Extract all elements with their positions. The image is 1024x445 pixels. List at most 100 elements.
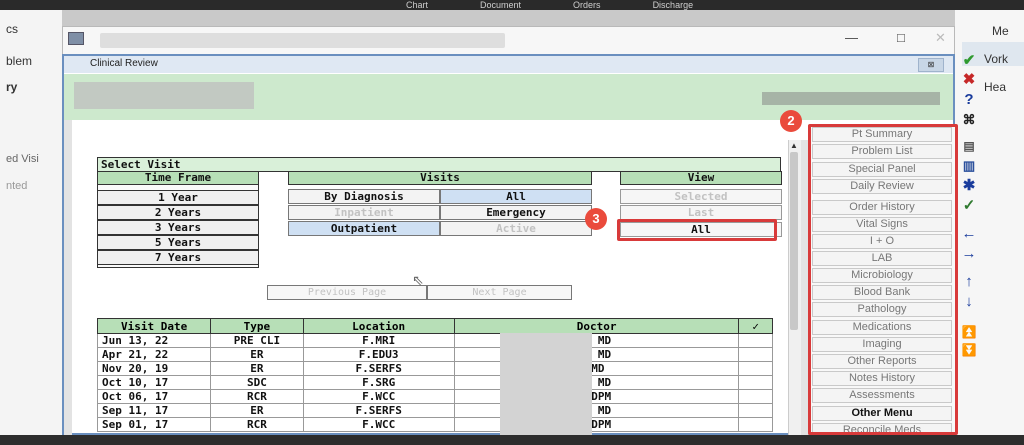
visits-header: Visits — [288, 171, 592, 185]
table-row[interactable]: Oct 10, 17SDCF.SRGen D MD — [96, 375, 773, 390]
mouse-cursor-icon: ⇖ — [412, 272, 424, 288]
table-row[interactable]: Jun 13, 22PRE CLIF.MRIth M MD — [96, 333, 773, 348]
table-row[interactable]: Apr 21, 22ERF.EDU3rc M MD — [96, 347, 773, 362]
left-item: nted — [6, 180, 28, 192]
cell-type: RCR — [210, 417, 304, 432]
chart-icon[interactable]: ▥ — [960, 158, 978, 174]
left-gutter — [64, 120, 72, 435]
cell-date: Oct 10, 17 — [96, 375, 212, 390]
window-title: Clinical Review — [90, 58, 158, 69]
cell-location: F.SERFS — [302, 403, 455, 418]
view-last[interactable]: Last — [620, 205, 782, 220]
redacted-patient-name — [74, 82, 254, 109]
visits-inpatient[interactable]: Inpatient — [288, 205, 440, 220]
previous-page-button[interactable]: Previous Page — [267, 285, 427, 300]
cell-doctor: en D MD — [453, 375, 740, 390]
right-item[interactable]: Me — [992, 24, 1009, 38]
dates-icon[interactable]: ▤ — [960, 138, 978, 154]
time-frame-2-years[interactable]: 2 Years — [97, 205, 259, 220]
menu-highlight — [808, 124, 958, 435]
cell-check[interactable] — [738, 389, 773, 404]
time-frame-1-year[interactable]: 1 Year — [97, 190, 259, 205]
arrow-right-icon[interactable]: → — [960, 246, 978, 262]
scroll-thumb[interactable] — [790, 152, 798, 330]
arrow-down-icon[interactable]: ↓ — [960, 294, 978, 310]
inner-close-button[interactable]: ⊠ — [918, 58, 944, 72]
tab-chart[interactable]: Chart — [380, 0, 454, 10]
double-down-icon[interactable]: ⏬ — [960, 342, 978, 358]
star-icon[interactable]: ✱ — [960, 178, 978, 194]
maximize-button[interactable]: □ — [897, 30, 905, 45]
cell-type: ER — [210, 403, 304, 418]
visits-outpatient[interactable]: Outpatient — [288, 221, 440, 236]
cell-type: SDC — [210, 375, 304, 390]
cell-doctor: n R MD — [453, 361, 740, 376]
binoculars-icon[interactable]: ⌘ — [960, 112, 978, 128]
cell-check[interactable] — [738, 417, 773, 432]
visits-emergency[interactable]: Emergency — [440, 205, 592, 220]
next-page-button[interactable]: Next Page — [427, 285, 572, 300]
check-icon[interactable]: ✔ — [960, 53, 978, 69]
help-icon[interactable]: ? — [960, 92, 978, 108]
scroll-up-icon[interactable]: ▲ — [789, 141, 799, 151]
cell-date: Oct 06, 17 — [96, 389, 212, 404]
table-row[interactable]: Oct 06, 17RCRF.WCCt B DPM — [96, 389, 773, 404]
right-item[interactable]: Hea — [984, 80, 1006, 94]
cell-doctor: th M MD — [453, 333, 740, 348]
time-frame-3-years[interactable]: 3 Years — [97, 220, 259, 235]
visits-active[interactable]: Active — [440, 221, 592, 236]
visits-by-diagnosis[interactable]: By Diagnosis — [288, 189, 440, 204]
cell-type: PRE CLI — [210, 333, 304, 348]
tab-orders[interactable]: Orders — [547, 0, 627, 10]
clinical-review-titlebar — [64, 56, 953, 73]
tab-document[interactable]: Document — [454, 0, 547, 10]
left-item[interactable]: ry — [0, 80, 62, 94]
table-row[interactable]: Nov 20, 19ERF.SERFSn R MD — [96, 361, 773, 376]
minimize-button[interactable]: — — [845, 30, 858, 45]
cell-date: Apr 21, 22 — [96, 347, 212, 362]
annotation-badge-2: 2 — [780, 110, 802, 132]
time-frame-7-years[interactable]: 7 Years — [97, 250, 259, 265]
cell-type: ER — [210, 361, 304, 376]
cell-doctor: t B DPM — [453, 389, 740, 404]
redacted-window-title — [100, 33, 505, 48]
visits-table: Visit Date Type Location Doctor ✓ Jun 13… — [96, 318, 773, 432]
right-item[interactable]: Vork — [984, 52, 1008, 66]
left-item[interactable]: blem — [0, 54, 62, 68]
col-doctor[interactable]: Doctor — [453, 318, 740, 334]
cell-check[interactable] — [738, 347, 773, 362]
check-list-icon[interactable]: ✓ — [960, 198, 978, 214]
left-item[interactable]: ed Visi — [0, 153, 62, 165]
close-button[interactable]: ✕ — [935, 30, 946, 46]
table-row[interactable]: Sep 11, 17ERF.SERFSam M MD — [96, 403, 773, 418]
col-check[interactable]: ✓ — [738, 318, 773, 334]
col-location[interactable]: Location — [302, 318, 455, 334]
tab-discharge[interactable]: Discharge — [627, 0, 720, 10]
cell-location: F.EDU3 — [302, 347, 455, 362]
visits-all[interactable]: All — [440, 189, 592, 204]
annotation-badge-3: 3 — [585, 208, 607, 230]
cell-check[interactable] — [738, 375, 773, 390]
arrow-left-icon[interactable]: ← — [960, 226, 978, 242]
col-visit-date[interactable]: Visit Date — [96, 318, 212, 334]
x-icon[interactable]: ✖ — [960, 72, 978, 88]
cell-doctor: t B DPM — [453, 417, 740, 432]
cell-check[interactable] — [738, 333, 773, 348]
redacted-patient-info — [762, 92, 940, 105]
cell-date: Sep 01, 17 — [96, 417, 212, 432]
view-all-highlight — [617, 219, 777, 241]
table-header-row: Visit Date Type Location Doctor ✓ — [96, 318, 773, 334]
top-tabs: Chart Document Orders Discharge — [380, 0, 719, 10]
cell-check[interactable] — [738, 403, 773, 418]
table-row[interactable]: Sep 01, 17RCRF.WCCt B DPM — [96, 417, 773, 432]
cell-date: Jun 13, 22 — [96, 333, 212, 348]
time-frame-5-years[interactable]: 5 Years — [97, 235, 259, 250]
double-up-icon[interactable]: ⏫ — [960, 324, 978, 340]
app-icon — [68, 32, 84, 45]
arrow-up-icon[interactable]: ↑ — [960, 274, 978, 290]
left-item[interactable]: cs — [0, 22, 62, 36]
cell-location: F.WCC — [302, 389, 455, 404]
cell-check[interactable] — [738, 361, 773, 376]
col-type[interactable]: Type — [210, 318, 304, 334]
view-selected[interactable]: Selected — [620, 189, 782, 204]
